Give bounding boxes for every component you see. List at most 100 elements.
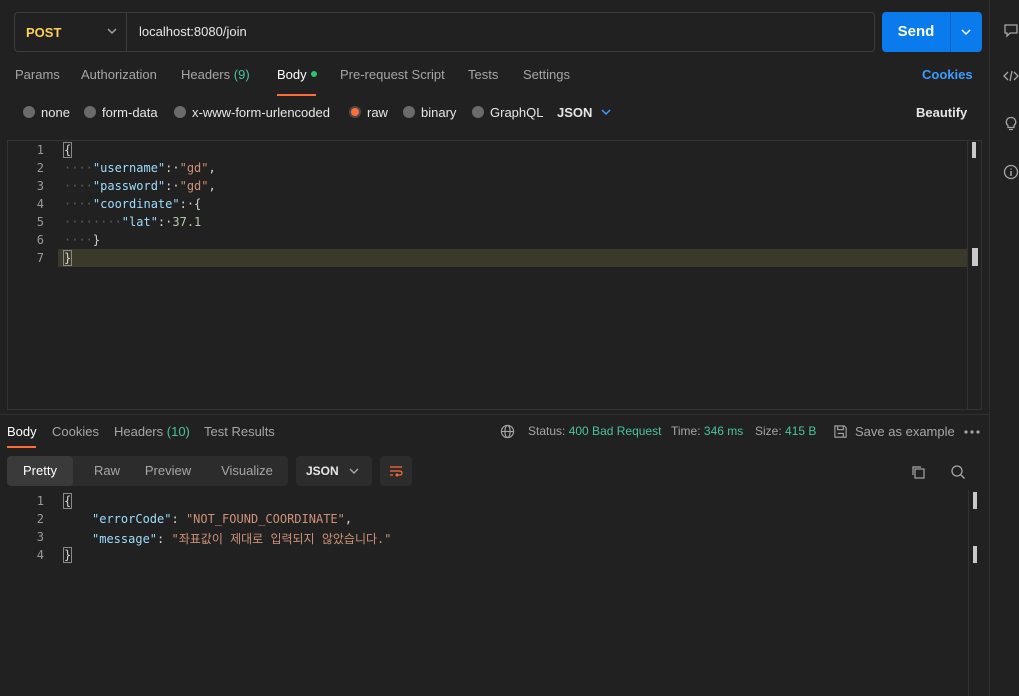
- radio-label: raw: [367, 104, 388, 120]
- send-label: Send: [897, 23, 935, 40]
- send-button[interactable]: Send: [882, 12, 982, 52]
- response-tab-body[interactable]: Body: [7, 424, 37, 439]
- globe-icon[interactable]: [500, 424, 515, 439]
- response-format-label: JSON: [306, 464, 339, 478]
- json-key: "message": [92, 532, 158, 546]
- tab-headers-label: Headers: [181, 67, 231, 82]
- chevron-down-icon[interactable]: [959, 25, 973, 39]
- response-tab-headers-label: Headers: [114, 424, 164, 439]
- status-readout: Status: 400 Bad Request: [528, 424, 661, 438]
- code-line: ····}: [64, 233, 101, 247]
- status-label: Status:: [528, 424, 566, 438]
- scroll-thumb[interactable]: [973, 492, 977, 509]
- size-value: 415 B: [785, 424, 817, 438]
- radio-graphql[interactable]: GraphQL: [472, 104, 543, 120]
- time-value: 346 ms: [703, 424, 744, 438]
- chevron-down-icon: [349, 468, 359, 474]
- save-as-example-button[interactable]: Save as example: [855, 424, 955, 439]
- more-icon[interactable]: [964, 429, 980, 435]
- line-number: 7: [36, 251, 44, 265]
- url-input[interactable]: localhost:8080/join: [139, 13, 247, 51]
- response-tab-cookies[interactable]: Cookies: [52, 424, 99, 439]
- view-raw[interactable]: Raw: [79, 456, 135, 486]
- method-select[interactable]: POST: [15, 13, 127, 51]
- line-number: 3: [36, 530, 44, 544]
- cookies-link[interactable]: Cookies: [922, 67, 973, 85]
- response-view-switcher: Pretty Raw Preview Visualize: [7, 456, 288, 486]
- chevron-down-icon: [107, 28, 117, 34]
- tab-authorization[interactable]: Authorization: [81, 67, 157, 85]
- response-tab-headers-count: (10): [166, 424, 190, 439]
- info-icon[interactable]: [1003, 164, 1019, 180]
- radio-form-data[interactable]: form-data: [84, 104, 158, 120]
- tab-tests[interactable]: Tests: [468, 67, 498, 85]
- tab-params[interactable]: Params: [15, 67, 60, 85]
- right-rail-divider: [989, 0, 990, 696]
- code-line: ····"coordinate":·{: [64, 197, 202, 211]
- radio-label: x-www-form-urlencoded: [192, 104, 330, 120]
- code-line: {: [62, 493, 73, 509]
- radio-label: GraphQL: [490, 104, 544, 120]
- search-icon[interactable]: [950, 464, 966, 480]
- copy-icon[interactable]: [910, 464, 926, 480]
- view-preview[interactable]: Preview: [135, 456, 201, 486]
- json-key: "lat": [121, 215, 158, 229]
- json-value: "gd": [179, 179, 209, 193]
- wrap-lines-icon: [390, 466, 403, 477]
- line-number: 5: [36, 215, 44, 229]
- tab-body[interactable]: Body: [277, 67, 317, 85]
- response-scrollbar-track[interactable]: [968, 490, 969, 696]
- json-key: "password": [92, 179, 166, 193]
- url-bar: POST localhost:8080/join: [14, 12, 875, 52]
- tab-settings[interactable]: Settings: [523, 67, 570, 85]
- send-divider: [950, 12, 951, 52]
- code-line: ····"password":·"gd",: [64, 179, 216, 193]
- json-value: 37.1: [172, 215, 202, 229]
- comment-icon[interactable]: [1003, 22, 1019, 38]
- body-format-label: JSON: [557, 104, 593, 120]
- line-number: 4: [36, 197, 44, 211]
- code-line: ····"username":·"gd",: [64, 161, 216, 175]
- line-number: 2: [36, 161, 44, 175]
- scroll-marker: [972, 248, 978, 266]
- size-label: Size:: [755, 424, 782, 438]
- wrap-lines-button[interactable]: [380, 456, 412, 486]
- radio-label: binary: [421, 104, 457, 120]
- pane-divider[interactable]: [0, 414, 989, 415]
- response-format-select[interactable]: JSON: [296, 456, 372, 486]
- radio-circle: [174, 106, 186, 118]
- code-icon[interactable]: [1003, 68, 1019, 84]
- body-format-select[interactable]: JSON: [557, 104, 612, 120]
- response-tab-test-results[interactable]: Test Results: [204, 424, 275, 439]
- radio-circle: [84, 106, 96, 118]
- lightbulb-icon[interactable]: [1003, 116, 1019, 132]
- active-tab-underline: [7, 446, 36, 448]
- radio-none[interactable]: none: [23, 104, 70, 120]
- view-visualize[interactable]: Visualize: [209, 456, 285, 486]
- radio-binary[interactable]: binary: [403, 104, 456, 120]
- line-number: 2: [36, 512, 44, 526]
- code-line: }: [62, 547, 73, 563]
- radio-label: none: [41, 104, 70, 120]
- status-value: 400 Bad Request: [568, 424, 662, 438]
- editor-scrollbar[interactable]: [967, 141, 981, 409]
- tab-headers-count: (9): [233, 67, 250, 82]
- json-key: "username": [92, 161, 166, 175]
- code-line: ········"lat":·37.1: [64, 215, 202, 229]
- view-pretty[interactable]: Pretty: [7, 456, 73, 486]
- radio-circle: [23, 106, 35, 118]
- radio-urlencoded[interactable]: x-www-form-urlencoded: [174, 104, 330, 120]
- radio-raw[interactable]: raw: [349, 104, 388, 120]
- tab-headers[interactable]: Headers (9): [181, 67, 250, 85]
- current-line-highlight: [58, 249, 968, 267]
- tab-pre-request-script[interactable]: Pre-request Script: [340, 67, 445, 85]
- line-number: 1: [36, 143, 44, 157]
- json-value: "좌표값이 제대로 입력되지 않았습니다.": [171, 532, 392, 546]
- time-label: Time:: [671, 424, 701, 438]
- save-icon[interactable]: [833, 424, 848, 439]
- beautify-button[interactable]: Beautify: [916, 104, 967, 120]
- scroll-thumb[interactable]: [972, 142, 976, 158]
- code-line: }: [62, 250, 73, 266]
- response-tab-headers[interactable]: Headers (10): [114, 424, 190, 439]
- line-number: 1: [36, 494, 44, 508]
